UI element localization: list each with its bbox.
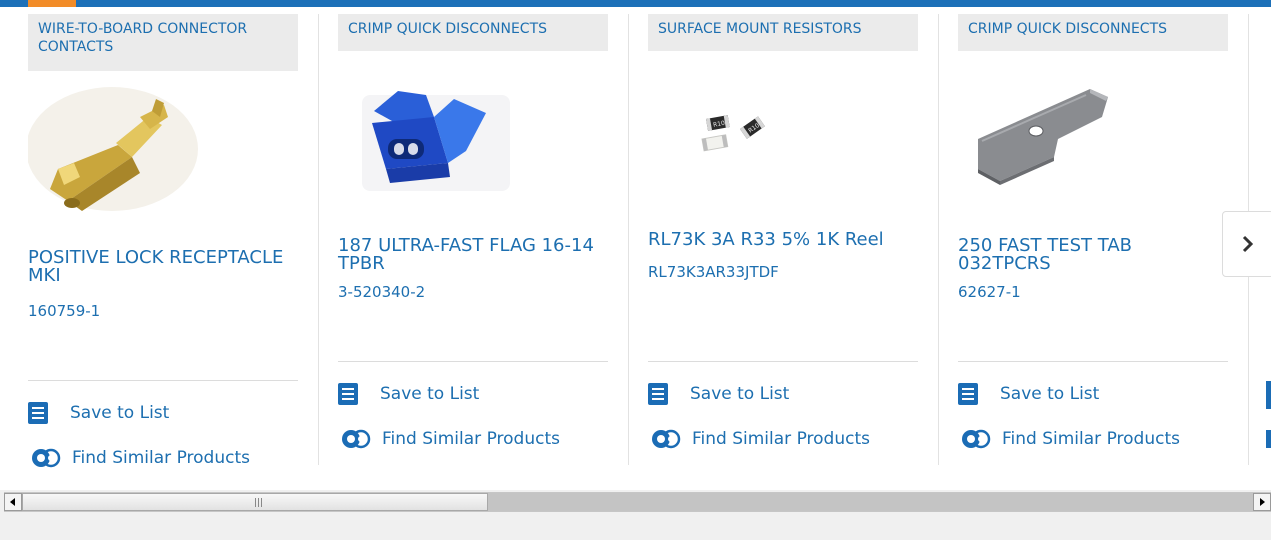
find-similar-products-button[interactable]: Find Similar Products (648, 426, 870, 452)
product-title[interactable]: 250 FAST TEST TAB 032TPCRS (958, 237, 1228, 273)
product-image[interactable] (26, 77, 298, 217)
product-image[interactable] (958, 77, 1228, 217)
card-separator (318, 14, 319, 465)
find-similar-label: Find Similar Products (382, 429, 560, 449)
category-label[interactable]: CRIMP QUICK DISCONNECTS (338, 14, 608, 51)
product-image[interactable] (338, 77, 608, 217)
arrow-left-icon (10, 498, 15, 506)
grip-line (261, 498, 262, 507)
product-image[interactable]: R10 R10 (648, 77, 918, 217)
checklist-icon (338, 383, 358, 405)
grip-line (255, 498, 256, 507)
part-number[interactable]: 62627-1 (958, 283, 1021, 301)
save-to-list-button[interactable]: Save to List (28, 400, 169, 426)
horizontal-scrollbar[interactable] (4, 492, 1271, 512)
scroll-left-button[interactable] (4, 493, 22, 511)
next-card-peek (1266, 381, 1271, 409)
part-number[interactable]: 3-520340-2 (338, 283, 425, 301)
gold-crimp-contact-image (26, 87, 198, 211)
product-title[interactable]: POSITIVE LOCK RECEPTACLE MKI (28, 249, 298, 285)
card-separator (938, 14, 939, 465)
category-text: CRIMP QUICK DISCONNECTS (348, 21, 548, 37)
product-card: CRIMP QUICK DISCONNECTS 187 ULTRA-FAST F… (338, 7, 608, 465)
grip-line (258, 498, 259, 507)
scrollbar-thumb[interactable] (22, 493, 488, 511)
save-to-list-label: Save to List (690, 384, 790, 404)
smd-resistor-image: R10 R10 (701, 115, 765, 152)
checklist-icon (28, 402, 48, 424)
metal-test-tab-image (978, 89, 1108, 185)
card-separator (628, 14, 629, 465)
scrollbar-track[interactable] (488, 493, 1253, 511)
find-similar-label: Find Similar Products (692, 429, 870, 449)
category-label[interactable]: CRIMP QUICK DISCONNECTS (958, 14, 1228, 51)
category-label[interactable]: SURFACE MOUNT RESISTORS (648, 14, 918, 51)
save-to-list-label: Save to List (70, 403, 170, 423)
product-carousel: WIRE-TO-BOARD CONNECTOR CONTACTS POSITIV… (0, 0, 1271, 490)
chevron-right-icon (1242, 235, 1254, 253)
category-text: CRIMP QUICK DISCONNECTS (968, 21, 1168, 37)
active-indicator (28, 0, 76, 7)
find-similar-icon (32, 448, 61, 468)
card-divider (338, 361, 608, 362)
product-title[interactable]: RL73K 3A R33 5% 1K Reel (648, 231, 918, 249)
save-to-list-button[interactable]: Save to List (958, 381, 1099, 407)
blue-flag-disconnect-image (362, 91, 510, 191)
product-card: SURFACE MOUNT RESISTORS R10 R10 RL73K 3A… (648, 7, 918, 465)
find-similar-icon (962, 429, 991, 449)
save-to-list-label: Save to List (380, 384, 480, 404)
product-title[interactable]: 187 ULTRA-FAST FLAG 16-14 TPBR (338, 237, 608, 273)
arrow-right-icon (1260, 498, 1265, 506)
carousel-next-button[interactable] (1222, 211, 1271, 277)
find-similar-icon (342, 429, 371, 449)
find-similar-icon (652, 429, 681, 449)
checklist-icon (648, 383, 668, 405)
find-similar-products-button[interactable]: Find Similar Products (28, 445, 250, 471)
next-card-peek (1266, 430, 1271, 448)
save-to-list-button[interactable]: Save to List (648, 381, 789, 407)
part-number[interactable]: 160759-1 (28, 302, 100, 320)
category-label[interactable]: WIRE-TO-BOARD CONNECTOR CONTACTS (28, 14, 298, 71)
find-similar-label: Find Similar Products (72, 448, 250, 468)
card-divider (648, 361, 918, 362)
save-to-list-button[interactable]: Save to List (338, 381, 479, 407)
product-card: CRIMP QUICK DISCONNECTS 250 FAST TEST TA… (958, 7, 1228, 465)
save-to-list-label: Save to List (1000, 384, 1100, 404)
scroll-right-button[interactable] (1253, 493, 1271, 511)
category-text: SURFACE MOUNT RESISTORS (658, 21, 862, 37)
part-number[interactable]: RL73K3AR33JTDF (648, 263, 779, 281)
checklist-icon (958, 383, 978, 405)
find-similar-products-button[interactable]: Find Similar Products (338, 426, 560, 452)
category-text: WIRE-TO-BOARD CONNECTOR CONTACTS (38, 21, 248, 55)
find-similar-products-button[interactable]: Find Similar Products (958, 426, 1180, 452)
product-card: WIRE-TO-BOARD CONNECTOR CONTACTS POSITIV… (26, 7, 298, 468)
find-similar-label: Find Similar Products (1002, 429, 1180, 449)
card-divider (28, 380, 298, 381)
card-divider (958, 361, 1228, 362)
top-accent-bar (0, 0, 1271, 7)
